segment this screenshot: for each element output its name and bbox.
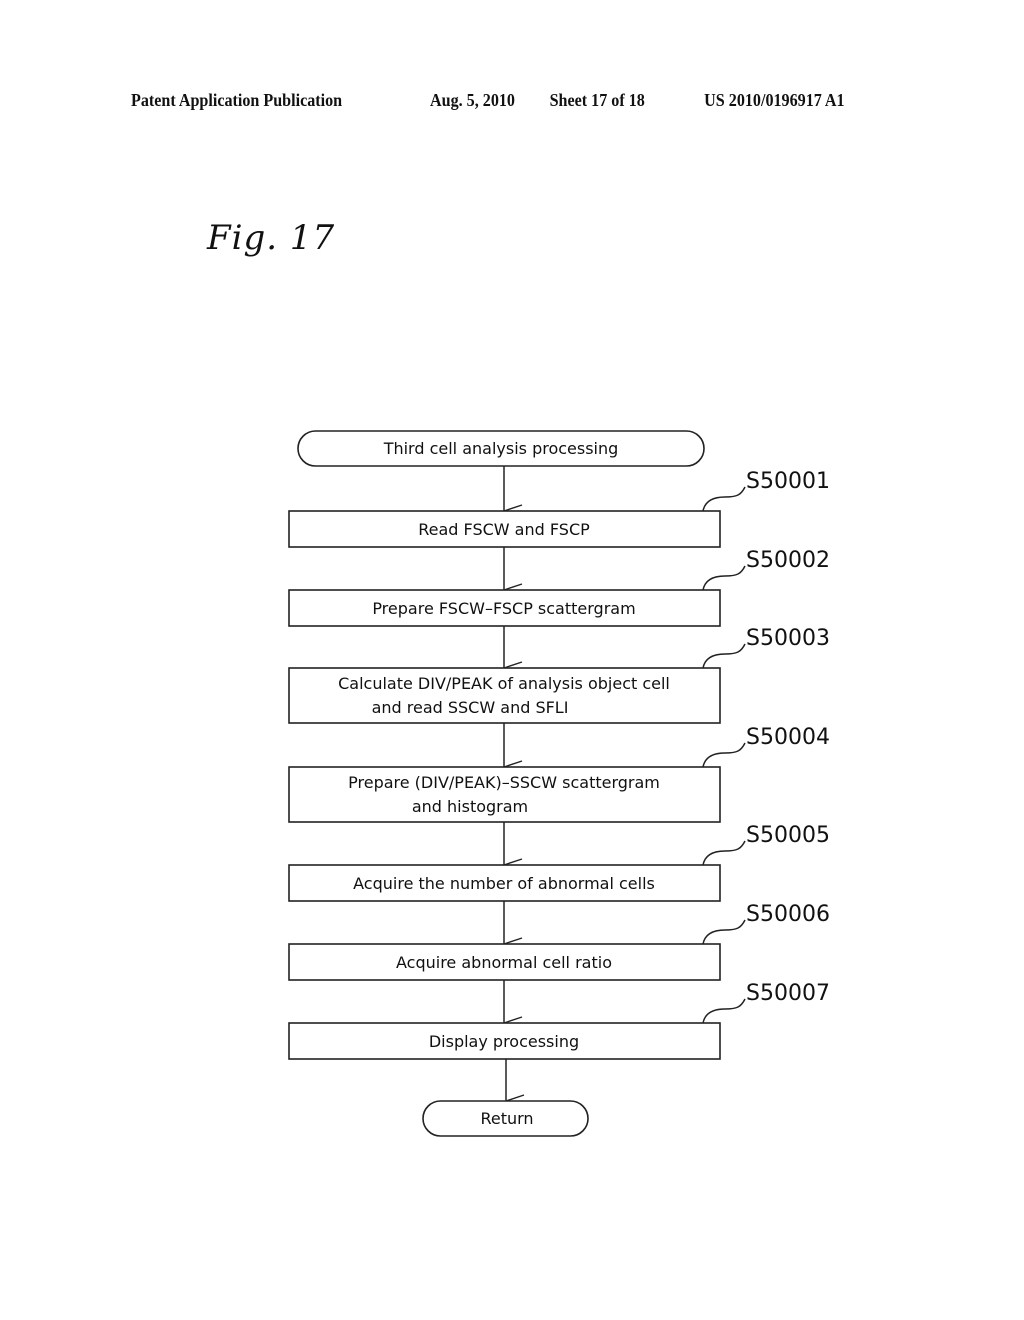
process-box-text: and read SSCW and SFLI bbox=[372, 698, 569, 717]
step-leader-line bbox=[702, 565, 746, 591]
process-step: Prepare (DIV/PEAK)–SSCW scattergram and h… bbox=[288, 723, 830, 823]
step-id-label: S50006 bbox=[746, 902, 830, 927]
start-terminal-label: Third cell analysis processing bbox=[383, 439, 619, 458]
process-box-text: Acquire abnormal cell ratio bbox=[396, 953, 612, 972]
process-step: Display processing S50007 bbox=[288, 980, 830, 1060]
process-box-text: Read FSCW and FSCP bbox=[418, 520, 590, 539]
process-box-text: Prepare FSCW–FSCP scattergram bbox=[372, 599, 635, 618]
end-terminal-label: Return bbox=[480, 1109, 533, 1128]
process-box-text: Prepare (DIV/PEAK)–SSCW scattergram bbox=[348, 773, 660, 792]
step-leader-line bbox=[702, 742, 746, 768]
process-step: Acquire the number of abnormal cells S500… bbox=[288, 822, 830, 902]
process-step: Calculate DIV/PEAK of analysis object ce… bbox=[288, 626, 830, 724]
process-box-text: and histogram bbox=[412, 797, 528, 816]
process-box-text: Acquire the number of abnormal cells bbox=[353, 874, 655, 893]
process-step: Acquire abnormal cell ratio S50006 bbox=[288, 901, 830, 981]
process-box-text: Display processing bbox=[429, 1032, 579, 1051]
process-step: Prepare FSCW–FSCP scattergram S50002 bbox=[288, 547, 830, 627]
process-step: Read FSCW and FSCP S50001 bbox=[288, 466, 830, 548]
step-id-label: S50003 bbox=[746, 626, 830, 651]
step-id-label: S50005 bbox=[746, 823, 830, 848]
step-leader-line bbox=[702, 643, 746, 669]
step-leader-line bbox=[702, 998, 746, 1024]
step-id-label: S50001 bbox=[746, 469, 830, 494]
flowchart: Third cell analysis processing Read FSCW … bbox=[288, 430, 830, 1137]
step-leader-line bbox=[702, 486, 746, 512]
start-terminal: Third cell analysis processing bbox=[297, 430, 705, 467]
step-id-label: S50004 bbox=[746, 725, 830, 750]
step-id-label: S50007 bbox=[746, 981, 830, 1006]
process-box-text: Calculate DIV/PEAK of analysis object ce… bbox=[338, 674, 670, 693]
step-leader-line bbox=[702, 919, 746, 945]
step-leader-line bbox=[702, 840, 746, 866]
step-id-label: S50002 bbox=[746, 548, 830, 573]
end-terminal: Return bbox=[422, 1059, 589, 1137]
